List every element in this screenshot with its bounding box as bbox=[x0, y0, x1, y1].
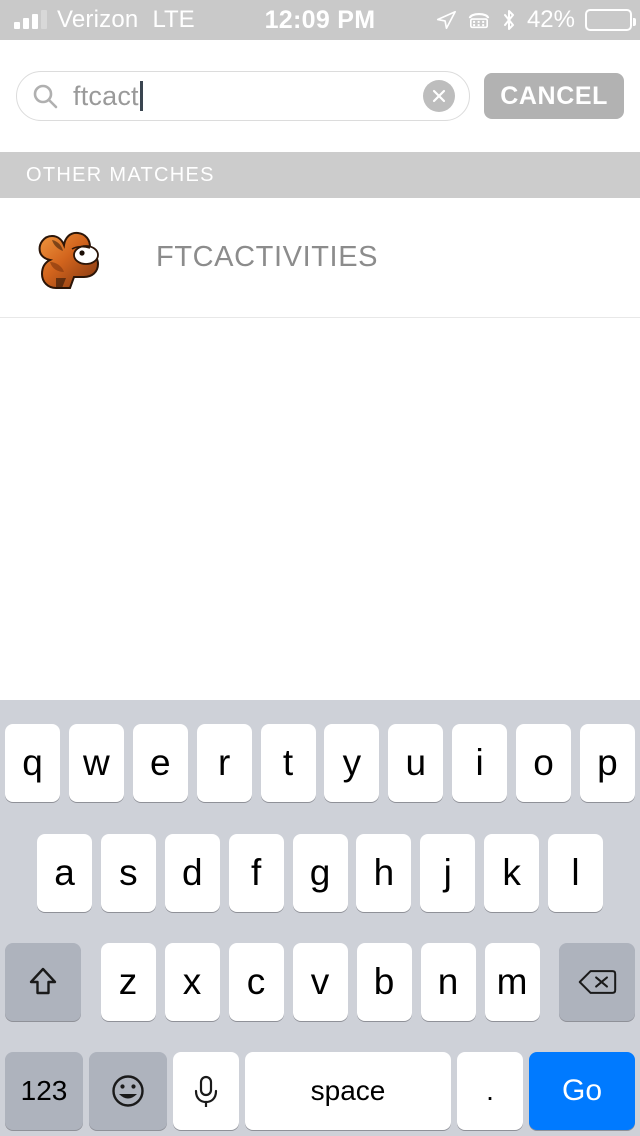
app-screen: Verizon LTE 12:09 PM 42% ftcact CANCEL O… bbox=[0, 0, 640, 1136]
key-l[interactable]: l bbox=[548, 834, 603, 912]
key-i[interactable]: i bbox=[452, 724, 508, 802]
search-input[interactable]: ftcact bbox=[16, 71, 471, 121]
cancel-button[interactable]: CANCEL bbox=[484, 73, 624, 119]
space-key[interactable]: space bbox=[245, 1052, 451, 1130]
section-header-other-matches: OTHER MATCHES bbox=[0, 152, 640, 198]
keyboard-row-4: 123 space . Go bbox=[0, 1052, 640, 1130]
list-item-label: FTCACTIVITIES bbox=[156, 241, 379, 273]
key-g[interactable]: g bbox=[292, 834, 348, 912]
key-z[interactable]: z bbox=[100, 943, 156, 1021]
key-d[interactable]: d bbox=[164, 834, 220, 912]
search-input-value: ftcact bbox=[73, 80, 139, 111]
key-c[interactable]: c bbox=[228, 943, 284, 1021]
keyboard-row-2: asdfghjkl bbox=[0, 834, 640, 912]
microphone-icon bbox=[194, 1075, 218, 1107]
numbers-key[interactable]: 123 bbox=[5, 1052, 83, 1130]
keyboard-row-3: zxcvbnm bbox=[0, 943, 640, 1021]
text-cursor bbox=[139, 81, 143, 111]
period-key[interactable]: . bbox=[457, 1052, 523, 1130]
key-f[interactable]: f bbox=[228, 834, 284, 912]
key-s[interactable]: s bbox=[100, 834, 156, 912]
key-x[interactable]: x bbox=[164, 943, 220, 1021]
section-header-label: OTHER MATCHES bbox=[26, 163, 215, 186]
key-u[interactable]: u bbox=[388, 724, 444, 802]
shift-key[interactable] bbox=[5, 943, 81, 1021]
tty-icon bbox=[468, 13, 490, 29]
emoji-smiley-icon bbox=[112, 1075, 144, 1107]
dictation-key[interactable] bbox=[173, 1052, 239, 1130]
clear-search-button[interactable] bbox=[423, 80, 456, 112]
go-key[interactable]: Go bbox=[529, 1052, 635, 1130]
status-bar: Verizon LTE 12:09 PM 42% bbox=[0, 0, 640, 40]
search-icon bbox=[33, 84, 58, 109]
status-bar-right: 42% bbox=[435, 0, 636, 40]
battery-percent-label: 42% bbox=[526, 6, 575, 33]
key-e[interactable]: e bbox=[132, 724, 188, 802]
key-p[interactable]: p bbox=[579, 724, 635, 802]
key-b[interactable]: b bbox=[356, 943, 412, 1021]
location-arrow-icon bbox=[436, 10, 456, 30]
key-y[interactable]: y bbox=[324, 724, 380, 802]
key-v[interactable]: v bbox=[292, 943, 348, 1021]
search-bar: ftcact CANCEL bbox=[0, 40, 640, 152]
key-h[interactable]: h bbox=[356, 834, 412, 912]
key-k[interactable]: k bbox=[484, 834, 540, 912]
battery-icon bbox=[585, 9, 636, 31]
key-a[interactable]: a bbox=[37, 834, 92, 912]
delete-key[interactable] bbox=[559, 943, 635, 1021]
empty-content-area bbox=[0, 319, 640, 700]
close-icon bbox=[433, 89, 446, 103]
delete-backspace-icon bbox=[578, 970, 617, 994]
keyboard-row-1: qwertyuiop bbox=[0, 724, 640, 802]
key-m[interactable]: m bbox=[484, 943, 540, 1021]
key-j[interactable]: j bbox=[420, 834, 476, 912]
bluetooth-icon bbox=[503, 10, 514, 30]
key-w[interactable]: w bbox=[68, 724, 124, 802]
key-q[interactable]: q bbox=[5, 724, 60, 802]
key-r[interactable]: r bbox=[196, 724, 252, 802]
key-t[interactable]: t bbox=[260, 724, 316, 802]
on-screen-keyboard: qwertyuiop asdfghjkl zxcvbnm 123 space .… bbox=[0, 700, 640, 1136]
key-o[interactable]: o bbox=[516, 724, 571, 802]
emoji-key[interactable] bbox=[89, 1052, 167, 1130]
ram-mascot-logo bbox=[38, 231, 100, 289]
key-n[interactable]: n bbox=[420, 943, 476, 1021]
list-item[interactable]: FTCACTIVITIES bbox=[0, 198, 640, 318]
shift-arrow-icon bbox=[29, 967, 57, 995]
